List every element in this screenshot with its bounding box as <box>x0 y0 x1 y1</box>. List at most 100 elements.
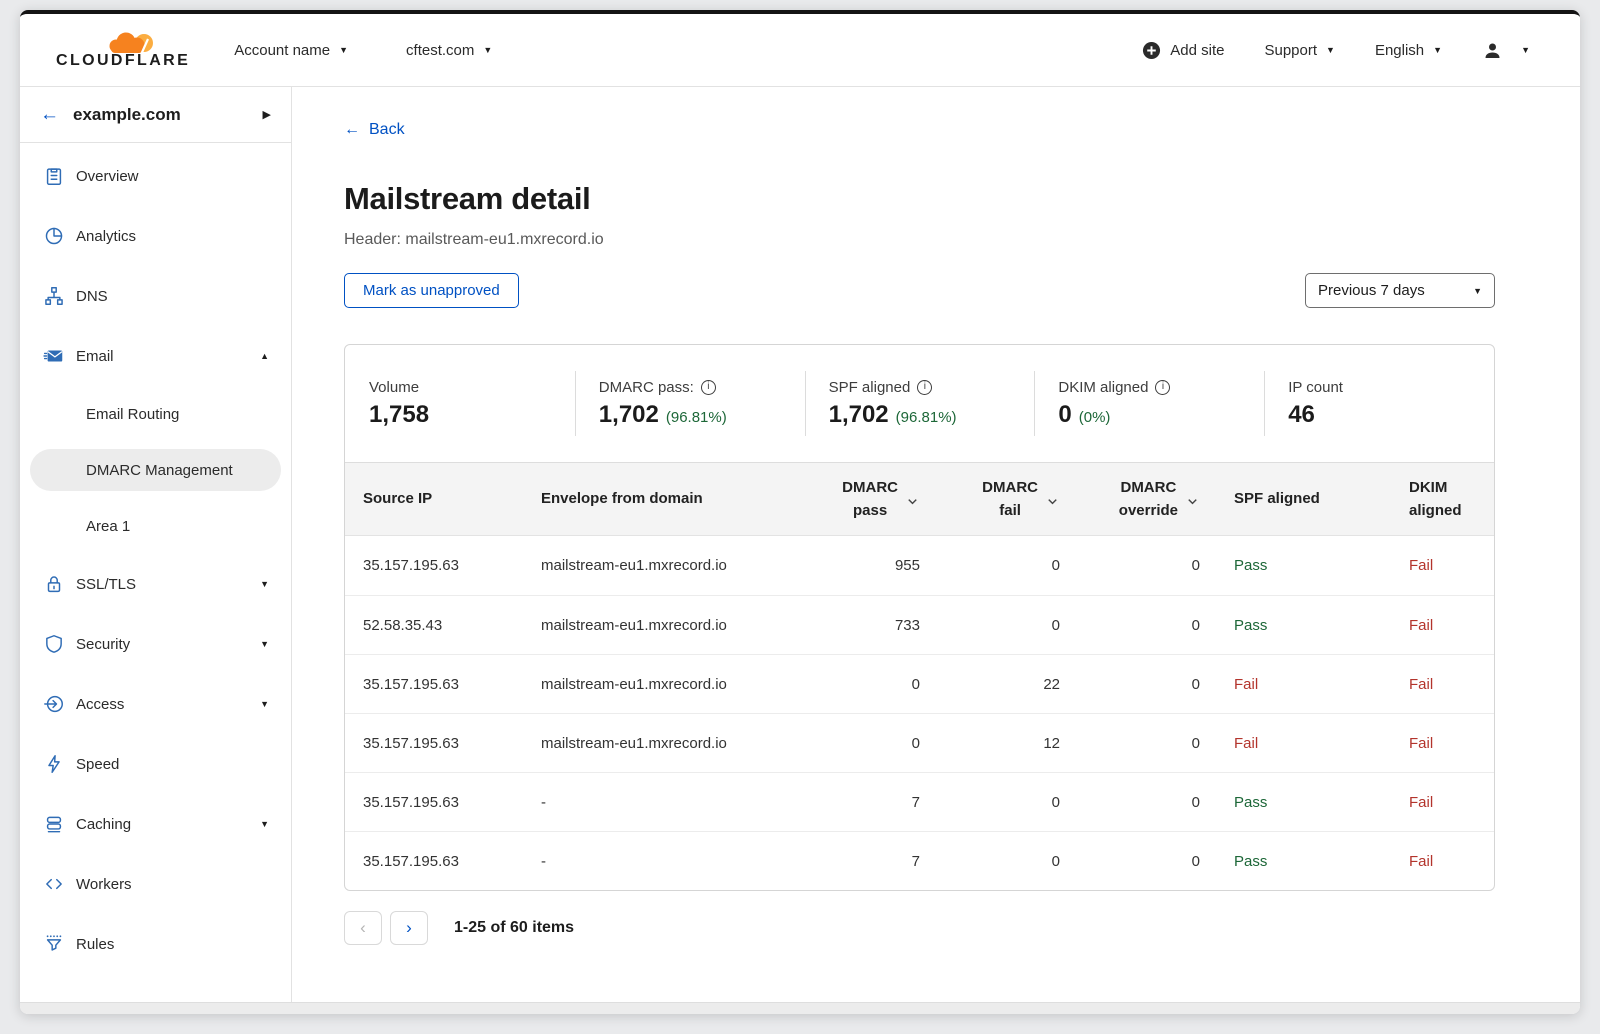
cell-envelope-from-domain: mailstream-eu1.mxrecord.io <box>541 557 775 574</box>
lock-icon <box>42 572 66 596</box>
previous-page-button[interactable]: ‹ <box>344 911 382 945</box>
sidebar-nav: Overview Analytics DNS Email ▲ Email Routing D… <box>20 143 291 967</box>
sidebar-item-security[interactable]: Security▼ <box>30 621 281 667</box>
info-icon[interactable]: i <box>701 380 716 395</box>
column-header-dmarc-pass[interactable]: DMARCpass <box>775 476 920 523</box>
chevron-down-icon: ▼ <box>260 699 269 709</box>
stat-label: DMARC pass: i <box>599 379 805 396</box>
cell-dmarc-pass: 7 <box>775 794 920 811</box>
sidebar-item-analytics[interactable]: Analytics <box>30 213 281 259</box>
cell-dmarc-fail: 0 <box>920 794 1060 811</box>
stat-value: 46 <box>1288 401 1494 429</box>
sort-chevron-icon[interactable] <box>1045 494 1060 509</box>
sidebar-item-dns[interactable]: DNS <box>30 273 281 319</box>
back-link[interactable]: ← Back <box>344 121 405 139</box>
cell-dmarc-override: 0 <box>1060 617 1200 634</box>
cell-spf-aligned: Fail <box>1200 676 1375 693</box>
column-header-dmarc-override[interactable]: DMARCoverride <box>1060 476 1200 523</box>
cloudflare-logo[interactable]: CLOUDFLARE <box>56 30 190 70</box>
chevron-up-icon: ▲ <box>260 351 269 361</box>
column-header-label: DMARCpass <box>842 476 898 523</box>
sidebar-item-ssl-tls[interactable]: SSL/TLS▼ <box>30 561 281 607</box>
page-title: Mailstream detail <box>344 181 1495 217</box>
cell-spf-aligned: Pass <box>1200 557 1375 574</box>
sidebar-item-label: Workers <box>76 876 132 893</box>
sidebar-item-workers[interactable]: Workers <box>30 861 281 907</box>
column-header-dmarc-fail[interactable]: DMARCfail <box>920 476 1060 523</box>
stat-label-text: Volume <box>369 379 419 396</box>
column-header-label: Source IP <box>363 487 541 510</box>
sidebar-item-label: Access <box>76 696 124 713</box>
stat-value-number: 1,702 <box>599 401 659 429</box>
shield-icon <box>42 632 66 656</box>
sidebar: ← example.com ▶ Overview Analytics DNS Emai… <box>20 87 292 1002</box>
cell-dkim-aligned: Fail <box>1375 676 1494 693</box>
chevron-down-icon: ▼ <box>260 819 269 829</box>
sidebar-item-access[interactable]: Access ▼ <box>30 681 281 727</box>
stat-percentage: (96.81%) <box>666 409 727 426</box>
language-menu[interactable]: English ▼ <box>1375 42 1442 59</box>
cell-dkim-aligned: Fail <box>1375 617 1494 634</box>
stat-spf-aligned: SPF alignedi1,702(96.81%) <box>805 345 1035 462</box>
chevron-down-icon: ▼ <box>483 45 492 55</box>
stat-value: 1,758 <box>369 401 575 429</box>
sidebar-item-area-1[interactable]: Area 1 <box>30 505 281 547</box>
sidebar-item-email[interactable]: Email ▲ <box>30 333 281 379</box>
access-icon <box>42 692 66 716</box>
column-header-label: DMARCfail <box>982 476 1038 523</box>
period-select-value: Previous 7 days <box>1318 282 1425 299</box>
sidebar-item-email-routing[interactable]: Email Routing <box>30 393 281 435</box>
column-header-spf-aligned: SPF aligned <box>1200 487 1375 510</box>
sidebar-item-caching[interactable]: Caching▼ <box>30 801 281 847</box>
period-select[interactable]: Previous 7 days ▼ <box>1305 273 1495 308</box>
cell-source-ip: 35.157.195.63 <box>345 794 541 811</box>
sidebar-site-name: example.com <box>73 105 181 125</box>
column-header-label: Envelope from domain <box>541 487 775 510</box>
site-menu[interactable]: cftest.com ▼ <box>406 42 492 59</box>
stat-volume: Volume 1,758 <box>345 345 575 462</box>
stat-value: 1,702 (96.81%) <box>599 401 805 429</box>
sidebar-item-speed[interactable]: Speed <box>30 741 281 787</box>
column-header-label: SPF aligned <box>1234 487 1375 510</box>
main-content: ← Back Mailstream detail Header: mailstr… <box>292 87 1580 1002</box>
stat-dmarc-pass: DMARC pass: i 1,702 (96.81%) <box>575 345 805 462</box>
column-header-label: DKIMaligned <box>1409 476 1494 523</box>
sidebar-item-label: Analytics <box>76 228 136 245</box>
next-page-button[interactable]: › <box>390 911 428 945</box>
sidebar-item-label: Email <box>76 348 114 365</box>
mail-icon <box>42 344 66 368</box>
stat-label-text: DKIM aligned <box>1058 379 1148 396</box>
sidebar-item-label: Speed <box>76 756 119 773</box>
info-icon[interactable]: i <box>1155 380 1170 395</box>
sidebar-item-label: Area 1 <box>86 518 130 535</box>
info-icon[interactable]: i <box>917 380 932 395</box>
chevron-right-icon: › <box>406 918 412 938</box>
sidebar-site-header[interactable]: ← example.com ▶ <box>20 87 291 143</box>
cell-source-ip: 35.157.195.63 <box>345 853 541 870</box>
stat-value: 1,702(96.81%) <box>829 401 1035 429</box>
sidebar-item-rules[interactable]: Rules <box>30 921 281 967</box>
code-icon <box>42 872 66 896</box>
support-menu[interactable]: Support ▼ <box>1264 42 1334 59</box>
stat-label-text: DMARC pass: <box>599 379 694 396</box>
cell-dmarc-override: 0 <box>1060 853 1200 870</box>
add-site-button[interactable]: Add site <box>1142 41 1224 60</box>
sort-chevron-icon[interactable] <box>1185 494 1200 509</box>
sidebar-item-overview[interactable]: Overview <box>30 153 281 199</box>
sort-chevron-icon[interactable] <box>905 494 920 509</box>
cache-icon <box>42 812 66 836</box>
cell-dmarc-override: 0 <box>1060 735 1200 752</box>
user-menu[interactable]: ▼ <box>1482 40 1530 61</box>
stat-label: DKIM aligned i <box>1058 379 1264 396</box>
sidebar-item-dmarc-management[interactable]: DMARC Management <box>30 449 281 491</box>
account-menu[interactable]: Account name ▼ <box>234 42 348 59</box>
cell-envelope-from-domain: mailstream-eu1.mxrecord.io <box>541 676 775 693</box>
mark-as-unapproved-button[interactable]: Mark as unapproved <box>344 273 519 308</box>
cell-spf-aligned: Pass <box>1200 617 1375 634</box>
stat-value-number: 0 <box>1058 401 1071 429</box>
pagination: ‹ › 1-25 of 60 items <box>344 911 1495 945</box>
cell-envelope-from-domain: - <box>541 853 775 870</box>
clipboard-icon <box>42 164 66 188</box>
cell-spf-aligned: Pass <box>1200 794 1375 811</box>
table-row: 35.157.195.63mailstream-eu1.mxrecord.io0… <box>345 713 1494 772</box>
